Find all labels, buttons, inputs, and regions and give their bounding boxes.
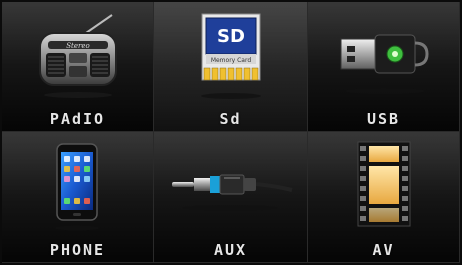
radio-icon: Stereo (2, 8, 153, 104)
phone-icon (2, 138, 153, 234)
sd-card-subtitle: Memory Card (210, 57, 251, 64)
source-grid: Stereo PAdIO SD Memory Card Sd USB PHONE… (2, 2, 460, 263)
film-icon (308, 138, 459, 234)
tile-sd-label: Sd (219, 110, 242, 128)
tile-radio[interactable]: Stereo PAdIO (2, 2, 154, 132)
tile-usb-label: USB (366, 110, 401, 128)
tile-radio-label: PAdIO (49, 110, 106, 128)
tile-av[interactable]: AV (308, 132, 460, 263)
sd-card-title: SD (217, 26, 245, 47)
tile-av-label: AV (372, 241, 395, 259)
tile-aux[interactable]: AUX (154, 132, 308, 263)
tile-phone[interactable]: PHONE (2, 132, 154, 263)
usb-drive-icon (308, 8, 459, 104)
tile-sd[interactable]: SD Memory Card Sd (154, 2, 308, 132)
aux-cable-icon (154, 138, 307, 234)
svg-text:Stereo: Stereo (66, 42, 89, 50)
tile-usb[interactable]: USB (308, 2, 460, 132)
tile-aux-label: AUX (213, 241, 248, 259)
media-source-menu: Stereo PAdIO SD Memory Card Sd USB PHONE… (0, 0, 462, 265)
sd-card-icon: SD Memory Card (154, 8, 307, 104)
tile-phone-label: PHONE (49, 241, 106, 259)
